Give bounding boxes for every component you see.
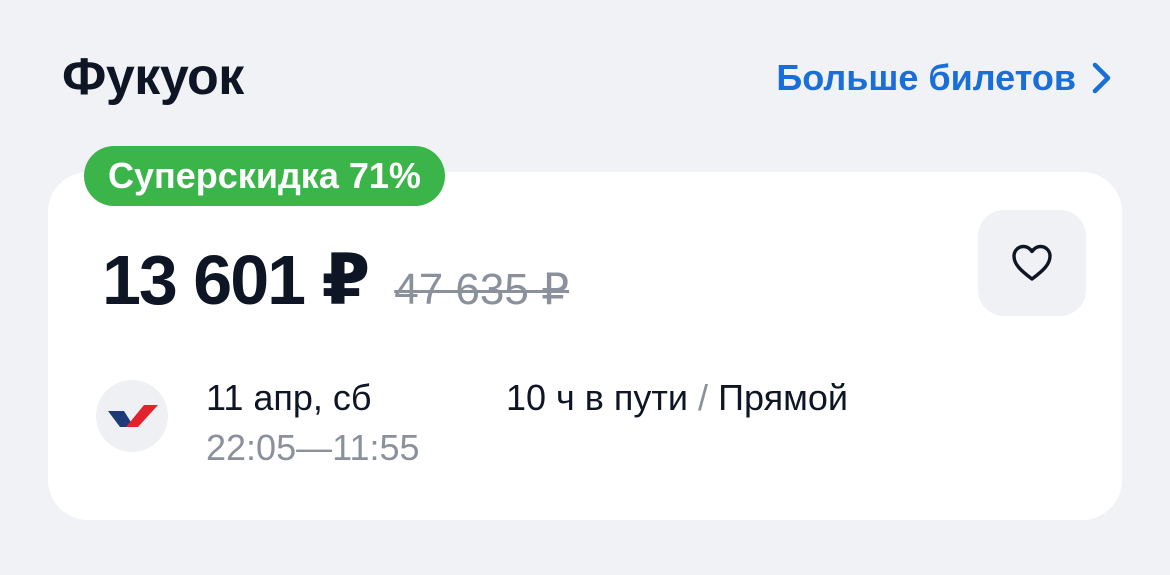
flight-times: 22:05—11:55 — [206, 426, 420, 470]
destination-title: Фукуок — [62, 48, 244, 106]
duration-text: 10 ч в пути — [506, 377, 689, 418]
flight-date: 11 апр, сб — [206, 377, 372, 418]
chevron-right-icon — [1092, 62, 1111, 94]
heart-icon — [1012, 244, 1052, 281]
more-tickets-label: Больше билетов — [776, 57, 1076, 98]
current-price: 13 601 ₽ — [102, 241, 370, 319]
departure-time: 22:05 — [206, 427, 297, 468]
more-tickets-link[interactable]: Больше билетов — [776, 56, 1114, 100]
old-price: 47 635 ₽ — [394, 265, 570, 314]
arrival-time: 11:55 — [332, 427, 420, 468]
route-separator: / — [698, 377, 709, 418]
favorite-button[interactable] — [978, 210, 1086, 316]
discount-badge: Суперскидка 71% — [84, 146, 445, 206]
stops-text: Прямой — [718, 377, 848, 418]
airline-logo-icon — [96, 380, 168, 452]
price-row: 13 601 ₽ 47 635 ₽ — [102, 238, 569, 322]
time-separator: — — [296, 427, 333, 468]
section-header: Фукуок Больше билетов — [0, 0, 1170, 150]
flight-duration: 10 ч в пути / Прямой — [506, 376, 848, 420]
